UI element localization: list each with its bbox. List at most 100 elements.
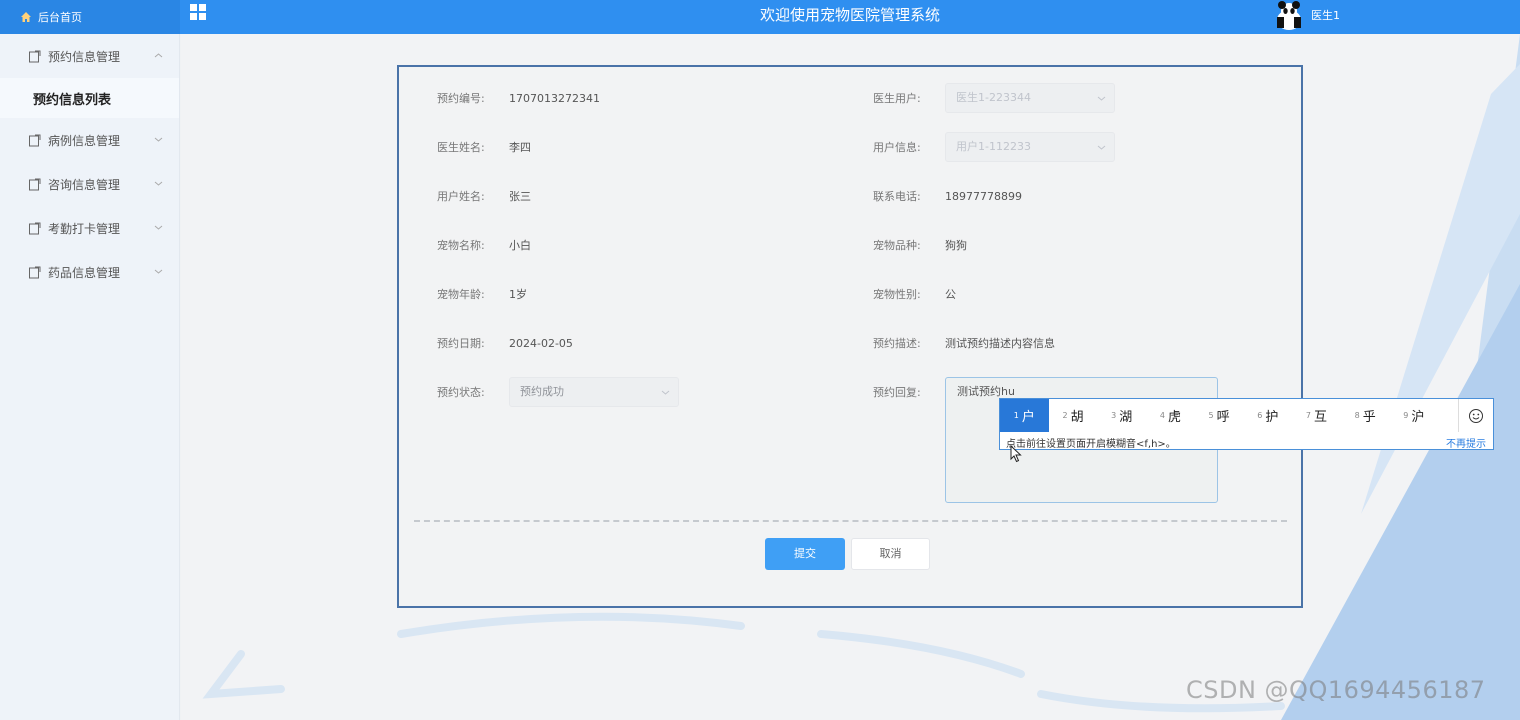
field-pet-name: 宠物名称: 小白 [437,229,531,261]
field-doctor-name: 医生姓名: 李四 [437,131,531,163]
document-icon [29,178,41,190]
field-user-name: 用户姓名: 张三 [437,180,531,212]
field-pet-breed: 宠物品种: 狗狗 [873,229,967,261]
field-doctor-user: 医生用户: 医生1-223344 [873,82,1115,114]
home-icon [21,12,31,22]
document-icon [29,50,41,62]
sidebar-item-appointment-list[interactable]: 预约信息列表 [0,78,179,118]
field-value: 小白 [509,239,531,252]
ime-candidate[interactable]: 7互 [1292,399,1341,432]
select-value: 医生1-223344 [956,91,1031,104]
field-value: 李四 [509,141,531,154]
chevron-down-icon [1097,96,1106,101]
ime-dismiss-link[interactable]: 不再提示 [1446,435,1486,450]
field-value: 狗狗 [945,239,967,252]
form-divider [414,520,1287,522]
ime-hint[interactable]: 点击前往设置页面开启模糊音<f,h>。 [1006,435,1176,450]
field-appointment-desc: 预约描述: 测试预约描述内容信息 [873,327,1055,359]
ime-candidate-number: 5 [1208,411,1214,420]
ime-candidate[interactable]: 9沪 [1390,399,1439,432]
ime-candidate-char: 互 [1314,410,1328,425]
ime-candidate-number: 4 [1159,411,1165,420]
field-label: 医生用户: [873,92,921,105]
ime-candidate-char: 户 [1021,410,1035,425]
field-pet-age: 宠物年龄: 1岁 [437,278,527,310]
sidebar: 预约信息管理 预约信息列表 病例信息管理 咨询信息管理 考勤打卡管理 药品信息管… [0,34,180,720]
sidebar-item-appointments[interactable]: 预约信息管理 [0,34,179,78]
user-name[interactable]: 医生1 [1311,0,1340,32]
ime-candidate-number: 9 [1403,411,1409,420]
cancel-button[interactable]: 取消 [851,538,930,570]
smiley-icon[interactable] [1458,399,1493,432]
sidebar-item-medicines[interactable]: 药品信息管理 [0,250,179,294]
ime-candidate-number: 3 [1111,411,1117,420]
field-phone: 联系电话: 18977778899 [873,180,1022,212]
ime-candidate[interactable]: 2胡 [1049,399,1098,432]
appointment-status-select[interactable]: 预约成功 [509,377,679,407]
page-title: 欢迎使用宠物医院管理系统 [759,6,940,24]
field-appointment-reply: 预约回复: [873,376,945,408]
chevron-down-icon [154,269,163,274]
sidebar-item-cases[interactable]: 病例信息管理 [0,118,179,162]
ime-candidate[interactable]: 4虎 [1146,399,1195,432]
field-label: 宠物品种: [873,239,921,252]
field-value: 18977778899 [945,189,1022,203]
field-value: 1707013272341 [509,91,600,105]
field-value: 公 [945,288,956,301]
field-label: 预约描述: [873,337,921,350]
sidebar-item-label: 病例信息管理 [48,133,121,148]
ime-candidate[interactable]: 8乎 [1341,399,1390,432]
chevron-down-icon [154,225,163,230]
select-value: 用户1-112233 [956,140,1031,153]
sidebar-item-label: 药品信息管理 [48,265,121,280]
field-value: 2024-02-05 [509,336,573,350]
chevron-down-icon [1097,145,1106,150]
sidebar-item-label: 咨询信息管理 [48,177,121,192]
field-label: 预约状态: [437,386,485,399]
top-bar: 后台首页 欢迎使用宠物医院管理系统 医生1 [0,0,1520,34]
document-icon [29,134,41,146]
user-info-select[interactable]: 用户1-112233 [945,132,1115,162]
field-label: 宠物年龄: [437,288,485,301]
field-label: 医生姓名: [437,141,485,154]
document-icon [29,266,41,278]
ime-candidate-char: 护 [1265,410,1279,425]
ime-candidate-number: 1 [1013,411,1019,420]
doctor-user-select[interactable]: 医生1-223344 [945,83,1115,113]
chevron-down-icon [154,137,163,142]
field-label: 用户信息: [873,141,921,154]
ime-candidate-char: 沪 [1411,410,1425,425]
mouse-cursor-icon [1010,445,1022,463]
ime-candidate-popup: 1户 2胡 3湖 4虎 5呼 6护 7互 8乎 9沪 点击前往设置页面开启模糊音… [999,398,1494,450]
field-label: 宠物名称: [437,239,485,252]
field-pet-gender: 宠物性别: 公 [873,278,956,310]
field-appointment-no: 预约编号: 1707013272341 [437,82,600,114]
field-label: 宠物性别: [873,288,921,301]
ime-candidate-char: 呼 [1216,410,1230,425]
ime-candidate[interactable]: 6护 [1243,399,1292,432]
sidebar-item-label: 预约信息管理 [48,49,121,64]
field-appointment-status: 预约状态: 预约成功 [437,376,679,408]
home-link[interactable]: 后台首页 [0,0,180,34]
sidebar-item-consultations[interactable]: 咨询信息管理 [0,162,179,206]
field-value: 张三 [509,190,531,203]
ime-candidate-char: 虎 [1167,410,1181,425]
ime-candidate-list: 1户 2胡 3湖 4虎 5呼 6护 7互 8乎 9沪 [1000,399,1459,432]
ime-candidate[interactable]: 5呼 [1195,399,1244,432]
submit-button[interactable]: 提交 [765,538,845,570]
ime-candidate-char: 湖 [1119,410,1133,425]
ime-candidate-char: 胡 [1070,410,1084,425]
sidebar-item-attendance[interactable]: 考勤打卡管理 [0,206,179,250]
home-label: 后台首页 [38,11,82,24]
avatar[interactable] [1273,0,1305,30]
watermark: CSDN @QQ1694456187 [1186,676,1486,704]
ime-candidate[interactable]: 1户 [1000,399,1049,432]
document-icon [29,222,41,234]
ime-candidate[interactable]: 3湖 [1097,399,1146,432]
menu-grid-icon[interactable] [190,4,208,22]
textarea-value: 测试预约hu [957,385,1015,398]
field-user-info: 用户信息: 用户1-112233 [873,131,1115,163]
ime-candidate-number: 2 [1062,411,1068,420]
field-appointment-date: 预约日期: 2024-02-05 [437,327,573,359]
field-value: 测试预约描述内容信息 [945,337,1055,350]
